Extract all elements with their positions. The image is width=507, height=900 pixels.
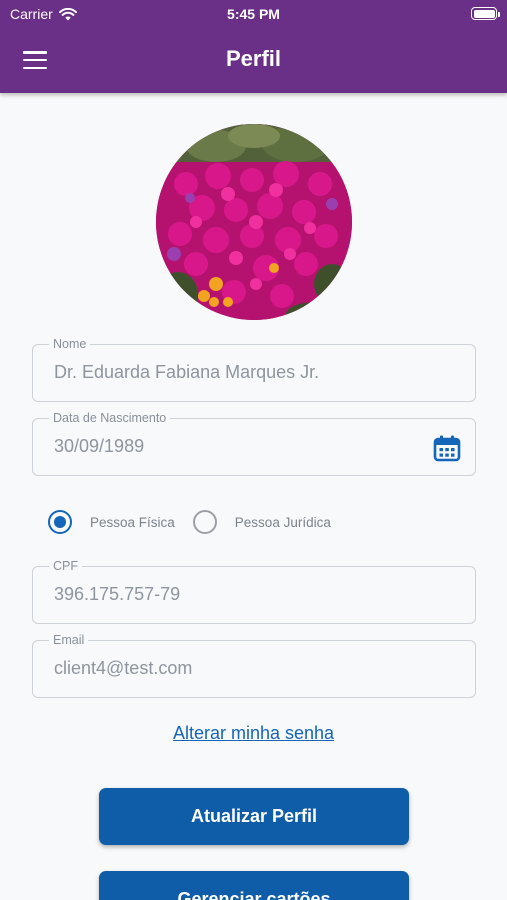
- cpf-field-value[interactable]: 396.175.757-79: [54, 584, 180, 605]
- person-type-radio-group: Pessoa Física Pessoa Jurídica: [48, 510, 331, 534]
- name-field-label: Nome: [49, 337, 91, 351]
- page-title: Perfil: [225, 46, 282, 71]
- status-time: 5:45 PM: [227, 6, 280, 22]
- birthdate-field[interactable]: Data de Nascimento 30/09/1989: [32, 411, 476, 476]
- email-field-value[interactable]: client4@test.com: [54, 658, 192, 679]
- email-field[interactable]: Email client4@test.com: [32, 633, 476, 698]
- radio-pessoa-fisica[interactable]: [48, 510, 72, 534]
- radio-pessoa-juridica[interactable]: [192, 510, 217, 534]
- cpf-field-label: CPF: [49, 559, 82, 573]
- calendar-icon[interactable]: [433, 434, 461, 462]
- name-field-value[interactable]: Dr. Eduarda Fabiana Marques Jr.: [54, 362, 319, 383]
- battery-icon: [471, 7, 500, 20]
- manage-cards-button[interactable]: Gerenciar cartões: [99, 871, 409, 900]
- change-password-link[interactable]: Alterar minha senha: [0, 723, 507, 744]
- email-field-label: Email: [49, 633, 89, 647]
- name-field[interactable]: Nome Dr. Eduarda Fabiana Marques Jr.: [32, 337, 476, 402]
- radio-pessoa-fisica-label[interactable]: Pessoa Física: [90, 515, 175, 530]
- profile-avatar[interactable]: [156, 124, 352, 320]
- flower-photo-image: [156, 124, 352, 320]
- status-bar: Carrier 5:45 PM: [0, 0, 507, 28]
- app-header: Carrier 5:45 PM Perfil: [0, 0, 507, 93]
- update-profile-button[interactable]: Atualizar Perfil: [99, 788, 409, 845]
- birthdate-field-value[interactable]: 30/09/1989: [54, 436, 144, 457]
- radio-pessoa-juridica-label[interactable]: Pessoa Jurídica: [235, 515, 331, 530]
- cpf-field[interactable]: CPF 396.175.757-79: [32, 559, 476, 624]
- birthdate-field-label: Data de Nascimento: [49, 411, 171, 425]
